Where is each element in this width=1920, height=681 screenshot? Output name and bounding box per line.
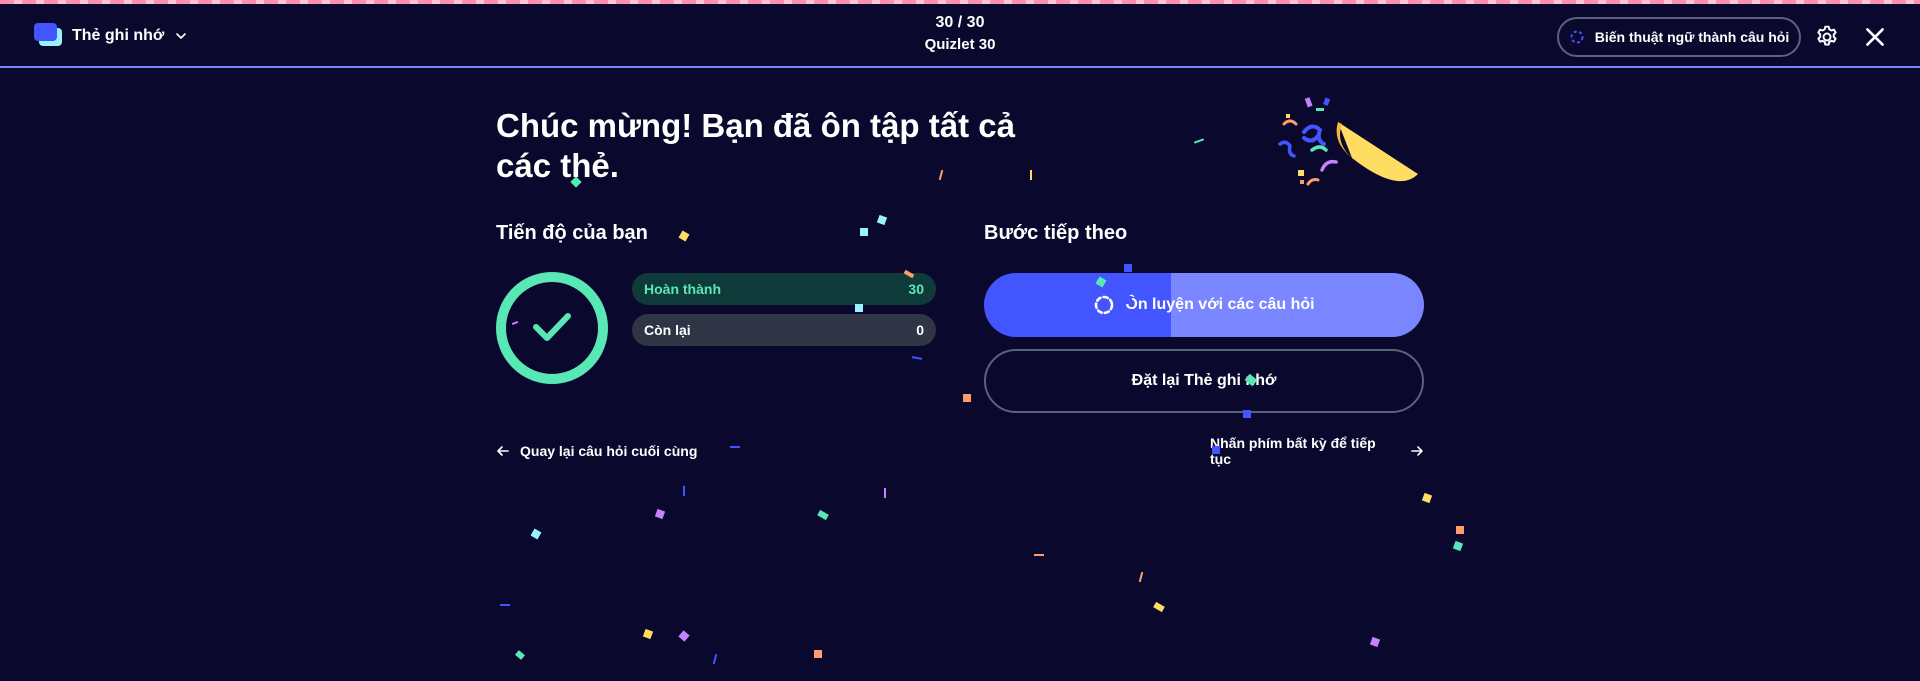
convert-to-questions-button[interactable]: Biến thuật ngữ thành câu hỏi [1557, 17, 1801, 57]
confetti-decoration [500, 138, 1464, 665]
gear-icon[interactable] [1814, 24, 1840, 50]
spinner-icon [1095, 295, 1114, 315]
back-to-last-question-link[interactable]: Quay lại câu hỏi cuối cùng [496, 440, 697, 462]
completion-ring [496, 272, 608, 384]
back-label: Quay lại câu hỏi cuối cùng [520, 443, 698, 459]
completed-label: Hoàn thành [644, 281, 721, 297]
continue-label: Nhấn phím bất kỳ để tiếp tục [1210, 435, 1376, 467]
arrow-left-icon [497, 446, 509, 456]
chevron-down-icon [176, 33, 187, 39]
flashcards-icon [34, 23, 62, 49]
mode-label: Thẻ ghi nhớ [72, 27, 165, 44]
spinner-icon [1570, 30, 1584, 44]
completed-count: 30 [908, 281, 924, 297]
close-icon[interactable] [1862, 24, 1888, 50]
party-popper-icon [1278, 97, 1418, 186]
convert-label: Biến thuật ngữ thành câu hỏi [1594, 29, 1790, 45]
arrow-right-icon [1411, 446, 1423, 456]
completed-stat: Hoàn thành 30 [632, 273, 936, 305]
practice-label: Ôn luyện với các câu hỏi [1125, 296, 1315, 313]
remaining-count: 0 [916, 322, 924, 338]
remaining-stat: Còn lại 0 [632, 314, 936, 346]
remaining-label: Còn lại [644, 322, 691, 338]
continue-link[interactable]: Nhấn phím bất kỳ để tiếp tục [1210, 435, 1424, 467]
flashcards-complete-page: Thẻ ghi nhớ 30 / 30 Quizlet 30 Biến thuậ… [0, 0, 1920, 681]
reset-flashcards-button[interactable]: Đặt lại Thẻ ghi nhớ [984, 349, 1424, 413]
set-title: Quizlet 30 [924, 36, 996, 53]
mode-switch-dropdown[interactable]: Thẻ ghi nhớ [34, 22, 187, 50]
progress-count: 30 / 30 [935, 14, 985, 31]
progress-section-title: Tiến độ của bạn [496, 222, 648, 244]
reset-label: Đặt lại Thẻ ghi nhớ [1131, 372, 1277, 389]
top-header: Thẻ ghi nhớ 30 / 30 Quizlet 30 Biến thuậ… [0, 4, 1920, 68]
congrats-headline: Chúc mừng! Bạn đã ôn tập tất cả các thẻ. [496, 107, 1015, 184]
practice-questions-button[interactable]: Ôn luyện với các câu hỏi [984, 273, 1424, 337]
check-icon [533, 313, 571, 341]
header-progress: 30 / 30 Quizlet 30 [860, 12, 1060, 56]
next-steps-title: Bước tiếp theo [984, 222, 1128, 244]
